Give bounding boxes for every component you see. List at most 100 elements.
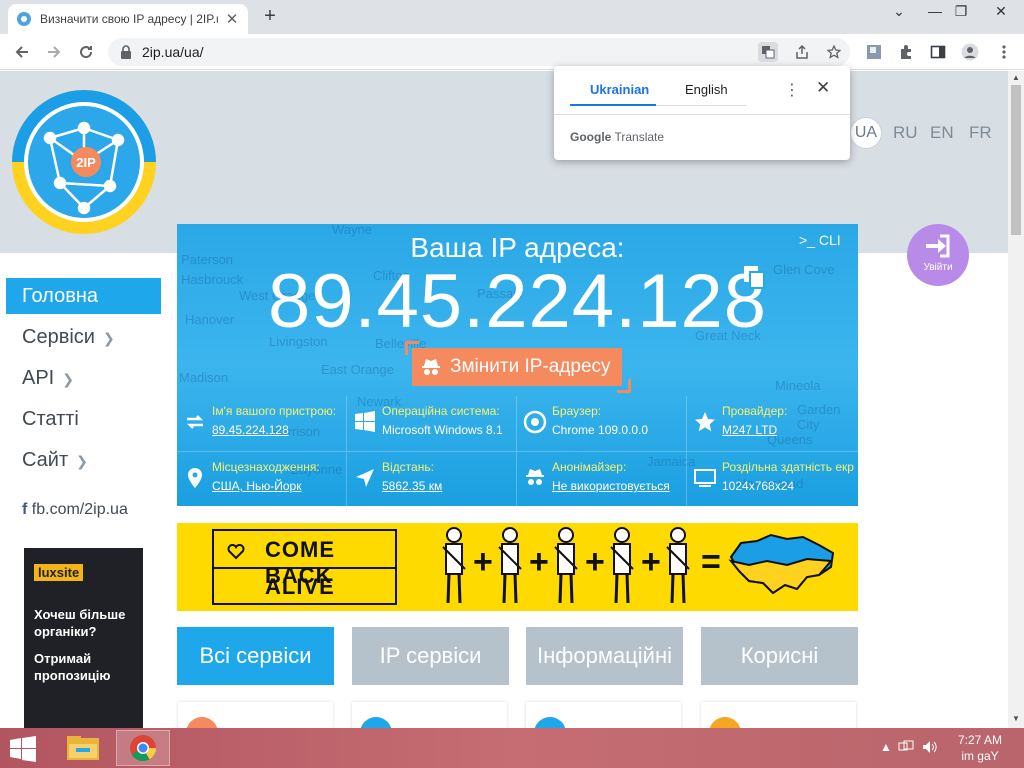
ad-cta: Отримай пропозицію bbox=[34, 651, 111, 683]
file-explorer-icon[interactable] bbox=[56, 730, 110, 766]
info-label: Операційна система: bbox=[382, 404, 500, 418]
info-browser: Браузер: Chrome 109.0.0.0 bbox=[517, 396, 687, 451]
plus-sign: + bbox=[585, 543, 605, 581]
service-card[interactable] bbox=[701, 702, 856, 728]
windows-icon bbox=[355, 411, 375, 432]
new-tab-button[interactable]: + bbox=[258, 5, 282, 28]
chevron-down-icon: ❯ bbox=[102, 330, 115, 346]
browser-tab[interactable]: Визначити свою IP адресу | 2IP.ua ✕ bbox=[8, 4, 248, 34]
share-icon[interactable] bbox=[792, 42, 812, 62]
service-card-icon bbox=[709, 717, 741, 728]
star-icon bbox=[695, 412, 715, 432]
page-scrollbar[interactable]: ▲ ▼ bbox=[1008, 71, 1024, 728]
side-panel-icon[interactable] bbox=[928, 42, 948, 62]
translate-tab-source[interactable]: Ukrainian bbox=[590, 82, 649, 97]
ad-brand: luxsite bbox=[34, 564, 84, 581]
login-label: Увійти bbox=[923, 262, 953, 273]
logo-text: 2IP bbox=[76, 155, 96, 170]
nav-item-services[interactable]: Сервіси ❯ bbox=[6, 319, 161, 355]
copy-icon[interactable] bbox=[742, 264, 766, 290]
scroll-down-arrow-icon[interactable]: ▼ bbox=[1011, 714, 1021, 723]
cli-link[interactable]: >_ CLI bbox=[799, 232, 841, 248]
site-logo[interactable]: 2IP bbox=[10, 88, 158, 236]
ad-headline: Хочеш більше органіки? bbox=[34, 607, 126, 639]
lang-en[interactable]: EN bbox=[930, 123, 954, 143]
translate-icon[interactable] bbox=[758, 42, 778, 62]
info-device-name: Ім'я вашого пристрою: 89.45.224.128 bbox=[177, 396, 347, 451]
chevron-down-icon: ❯ bbox=[62, 371, 74, 387]
info-label: Ім'я вашого пристрою: bbox=[212, 404, 337, 418]
lock-icon[interactable] bbox=[120, 45, 132, 59]
tab-close-icon[interactable]: ✕ bbox=[224, 10, 240, 28]
tab-search-icon[interactable]: ⌄ bbox=[884, 3, 914, 20]
monitor-icon bbox=[694, 469, 716, 487]
info-value[interactable]: M247 LTD bbox=[722, 423, 854, 437]
info-label: Провайдер: bbox=[722, 404, 788, 418]
nav-item-site[interactable]: Сайт ❯ bbox=[6, 442, 161, 478]
soldier-icon bbox=[498, 527, 522, 604]
info-provider: Провайдер: M247 LTD bbox=[687, 396, 857, 451]
facebook-link-text: fb.com/2ip.ua bbox=[31, 501, 128, 518]
info-value[interactable]: 89.45.224.128 bbox=[212, 423, 344, 437]
banner-separator bbox=[214, 567, 395, 569]
facebook-link[interactable]: f fb.com/2ip.ua bbox=[22, 501, 128, 519]
restore-button[interactable]: ❐ bbox=[946, 3, 976, 20]
scroll-up-arrow-icon[interactable]: ▲ bbox=[1011, 73, 1021, 82]
network-icon[interactable] bbox=[898, 740, 914, 757]
web-page: 2IP UA RU EN FR Увійти Головна Сервіси ❯ … bbox=[0, 71, 1008, 728]
tab-info-services[interactable]: Інформаційні bbox=[526, 627, 683, 685]
volume-icon[interactable] bbox=[922, 740, 938, 757]
address-bar[interactable]: 2ip.ua/ua/ bbox=[108, 38, 850, 66]
info-value[interactable]: Не використовується bbox=[552, 479, 684, 493]
translate-close-icon[interactable]: ✕ bbox=[816, 78, 830, 98]
info-label: Роздільна здатність екрану: bbox=[722, 460, 854, 474]
close-window-button[interactable]: ✕ bbox=[986, 3, 1016, 20]
lang-fr[interactable]: FR bbox=[969, 123, 992, 143]
back-arrow-icon[interactable] bbox=[10, 40, 34, 64]
nav-item-articles[interactable]: Статті bbox=[6, 401, 161, 437]
plus-sign: + bbox=[473, 543, 493, 581]
info-divider bbox=[177, 451, 858, 452]
come-back-alive-banner[interactable]: COME BACK ALIVE + + + + = bbox=[177, 523, 858, 611]
bookmark-star-icon[interactable] bbox=[824, 42, 844, 62]
tray-expand-icon[interactable]: ▲ bbox=[880, 740, 892, 754]
forward-arrow-icon[interactable] bbox=[42, 40, 66, 64]
info-value[interactable]: 5862.35 км bbox=[382, 479, 514, 493]
account-avatar-icon[interactable] bbox=[960, 42, 980, 62]
google-translate-popup: Ukrainian English ⋮ ✕ Google Translate bbox=[554, 66, 850, 160]
heart-icon bbox=[227, 544, 245, 560]
tab-ip-services[interactable]: IP сервіси bbox=[352, 627, 509, 685]
chrome-taskbar-icon[interactable] bbox=[116, 730, 170, 766]
lang-ru[interactable]: RU bbox=[893, 123, 918, 143]
info-value: 1024x768x24 bbox=[722, 479, 795, 493]
clock-time[interactable]: 7:27 AM bbox=[950, 733, 1010, 747]
chrome-menu-icon[interactable] bbox=[994, 42, 1014, 62]
translate-footer: Google Translate bbox=[570, 130, 664, 144]
info-resolution: Роздільна здатність екрану: 1024x768x24 bbox=[687, 452, 857, 506]
extensions-icon[interactable] bbox=[896, 42, 916, 62]
soldier-icon bbox=[554, 527, 578, 604]
windows-start-icon[interactable] bbox=[8, 736, 38, 762]
service-card[interactable] bbox=[526, 702, 681, 728]
banner-logo-box: COME BACK ALIVE bbox=[212, 529, 397, 605]
translate-options-icon[interactable]: ⋮ bbox=[784, 80, 800, 100]
nav-item-home[interactable]: Головна bbox=[6, 278, 161, 314]
url-text: 2ip.ua/ua/ bbox=[142, 44, 204, 60]
scroll-thumb[interactable] bbox=[1011, 85, 1021, 235]
profile-picture-icon[interactable] bbox=[864, 42, 884, 62]
info-value[interactable]: США, Нью-Йорк bbox=[212, 479, 344, 493]
clock-date[interactable]: im gaY bbox=[950, 749, 1010, 763]
reload-icon[interactable] bbox=[74, 40, 98, 64]
soldier-icon bbox=[666, 527, 690, 604]
sidebar-ad[interactable]: luxsite Хочеш більше органіки? Отримай п… bbox=[24, 548, 143, 728]
nav-item-api[interactable]: API ❯ bbox=[6, 360, 161, 396]
translate-tab-target[interactable]: English bbox=[685, 82, 728, 97]
login-button[interactable]: Увійти bbox=[907, 224, 969, 286]
service-card[interactable] bbox=[178, 702, 333, 728]
service-card[interactable] bbox=[352, 702, 507, 728]
change-ip-button[interactable]: Змінити IP-адресу bbox=[412, 348, 622, 386]
nav-label: API bbox=[22, 367, 55, 389]
tab-useful-services[interactable]: Корисні bbox=[701, 627, 858, 685]
tab-all-services[interactable]: Всі сервіси bbox=[177, 627, 334, 685]
lang-ua[interactable]: UA bbox=[850, 117, 882, 149]
